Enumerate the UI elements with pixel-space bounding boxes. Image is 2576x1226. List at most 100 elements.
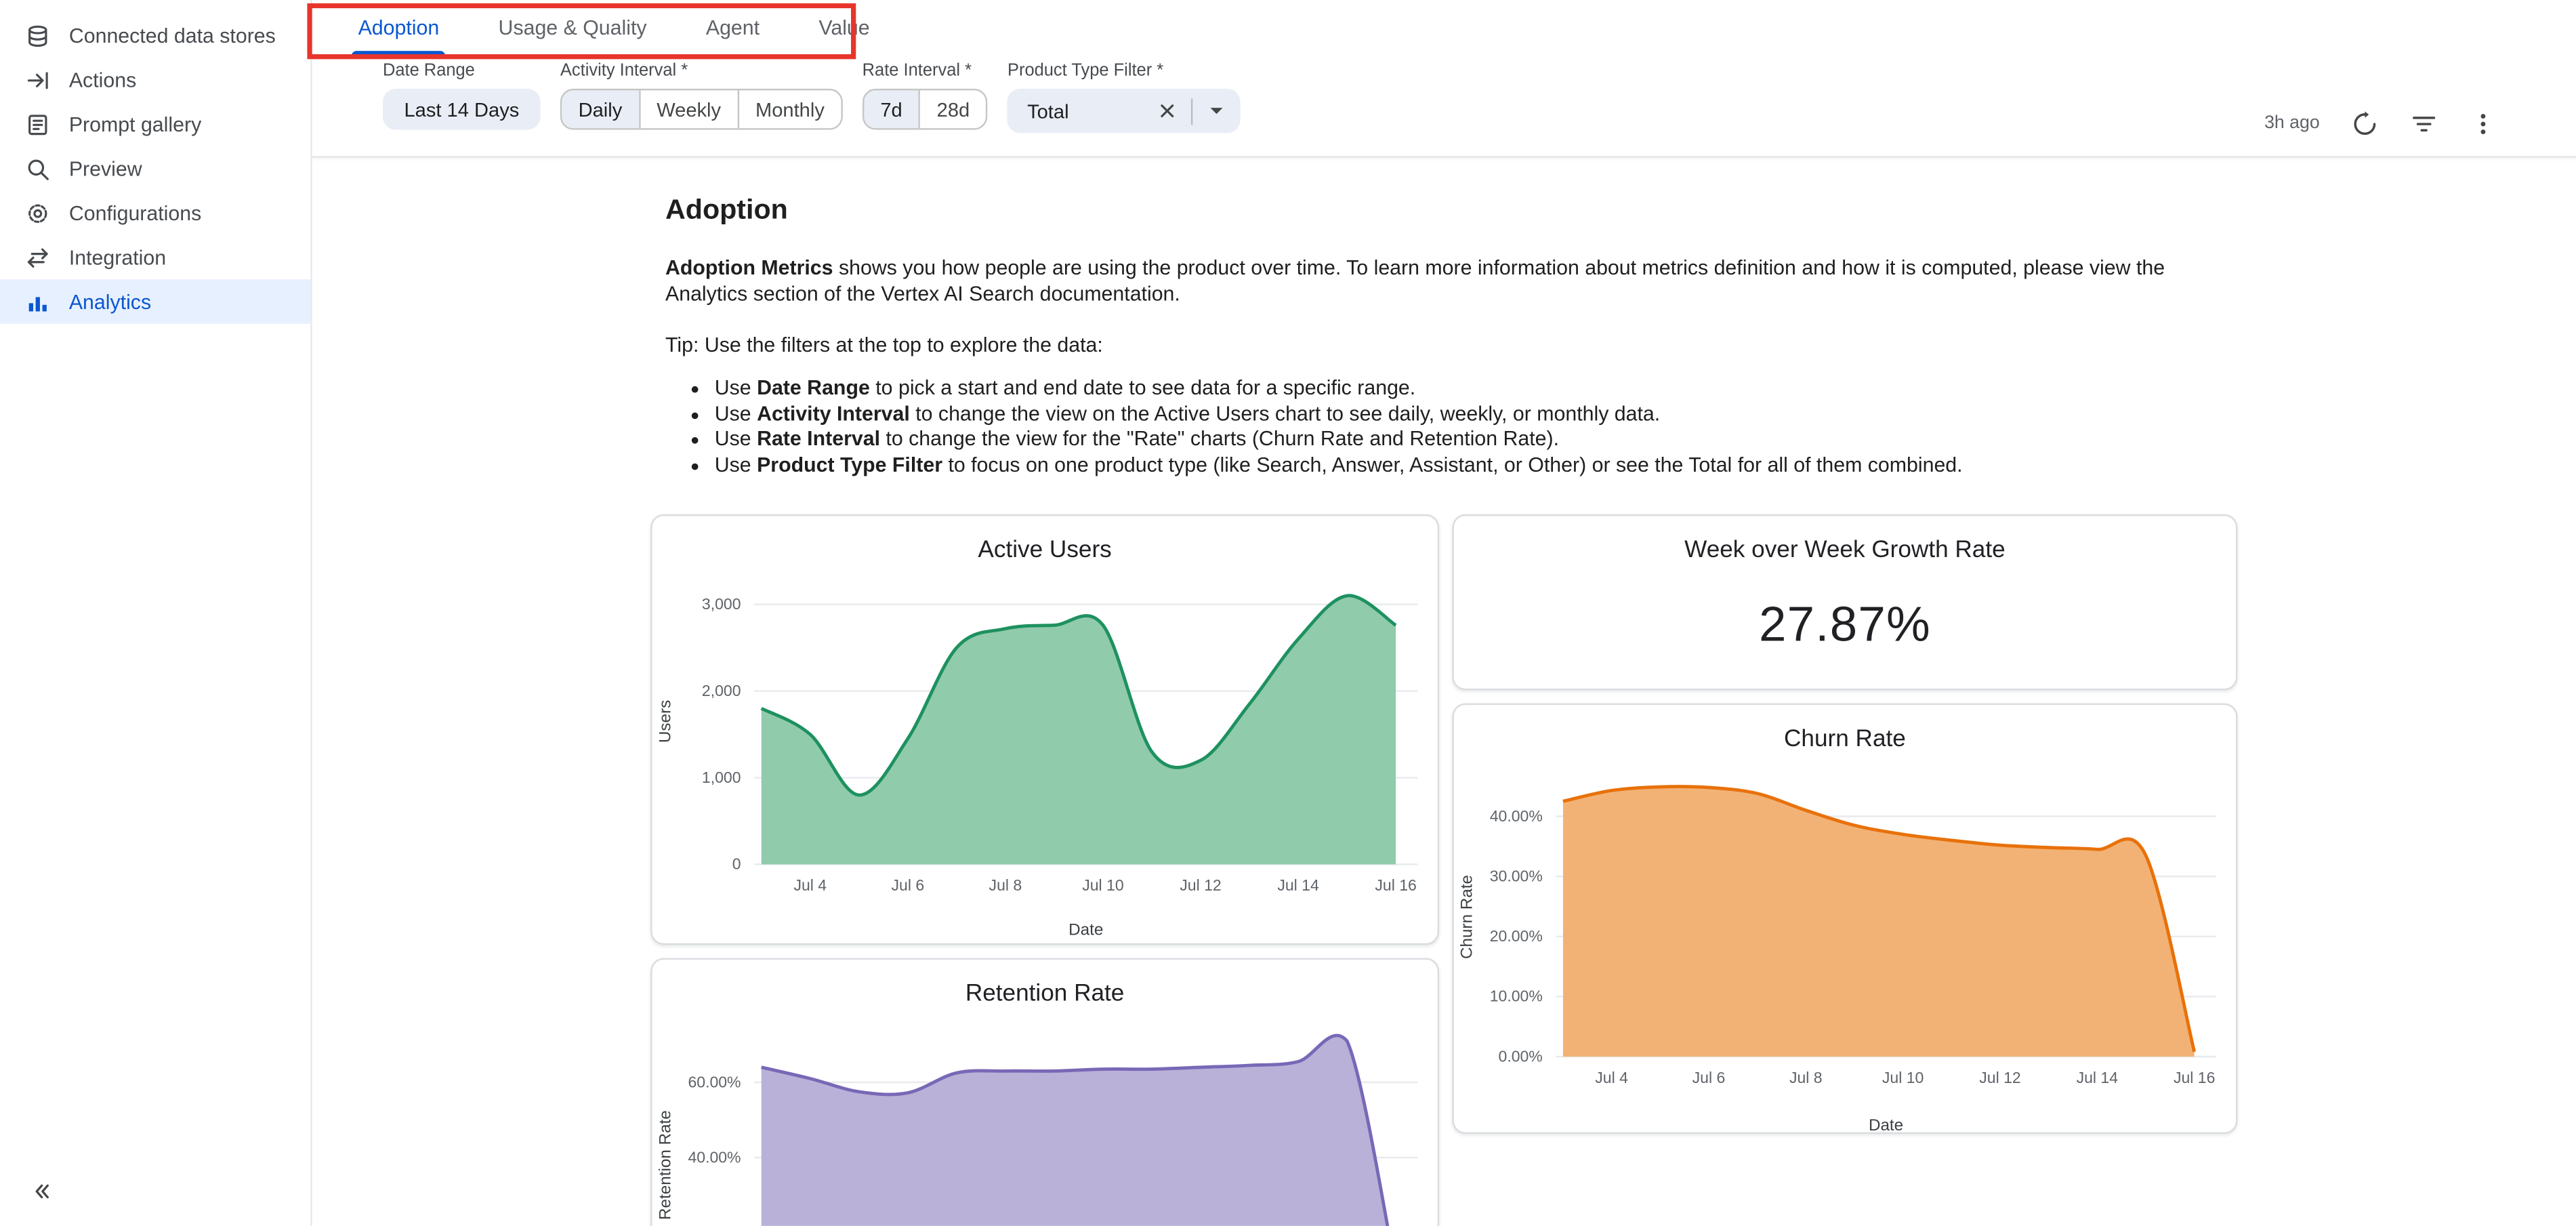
chart-churn-rate: 0.00%10.00%20.00%30.00%40.00%Jul 4Jul 6J…: [1454, 761, 2239, 1136]
sidebar-item-label: Prompt gallery: [69, 113, 201, 136]
dropdown-caret-icon[interactable]: [1206, 100, 1228, 122]
sidebar-item-label: Preview: [69, 157, 142, 180]
sidebar-item-prompt-gallery[interactable]: Prompt gallery: [0, 102, 310, 146]
data-stores-icon: [24, 22, 51, 49]
card-churn-rate: Churn Rate 0.00%10.00%20.00%30.00%40.00%…: [1452, 703, 2237, 1134]
bullet-item: Use Date Range to pick a start and end d…: [715, 376, 2201, 401]
bullet-text: to change the view on the Active Users c…: [910, 402, 1660, 425]
svg-text:2,000: 2,000: [702, 682, 741, 699]
activity-interval-toggle: Daily Weekly Monthly: [560, 89, 843, 130]
chart-title: Retention Rate: [652, 981, 1438, 1008]
sidebar-item-preview[interactable]: Preview: [0, 146, 310, 190]
bullet-term: Rate Interval: [757, 428, 880, 451]
tab-value[interactable]: Value: [789, 0, 900, 56]
svg-text:Jul 14: Jul 14: [1277, 876, 1319, 894]
clear-icon[interactable]: [1157, 100, 1179, 122]
filter-button[interactable]: [2409, 108, 2438, 138]
svg-text:30.00%: 30.00%: [1490, 867, 1543, 884]
toggle-option-daily[interactable]: Daily: [562, 90, 638, 128]
bullet-text: Use: [715, 376, 757, 399]
tabs-bar: Adoption Usage & Quality Agent Value: [312, 0, 2576, 56]
product-type-filter[interactable]: Total: [1007, 89, 1241, 133]
tip-text: Tip: Use the filters at the top to explo…: [665, 331, 2201, 358]
intro-section: Adoption Adoption Metrics shows you how …: [665, 194, 2201, 479]
activity-interval-group: Activity Interval * Daily Weekly Monthly: [560, 61, 843, 130]
bullet-text: Use: [715, 402, 757, 425]
bullet-text: to change the view for the "Rate" charts…: [880, 428, 1559, 451]
refresh-button[interactable]: [2349, 108, 2379, 138]
sidebar-item-label: Connected data stores: [69, 24, 276, 47]
bullet-text: to focus on one product type (like Searc…: [942, 453, 1963, 476]
prompt-gallery-icon: [24, 111, 51, 138]
sidebar-item-label: Analytics: [69, 290, 151, 313]
bullet-item: Use Product Type Filter to focus on one …: [715, 453, 2201, 478]
collapse-sidebar-button[interactable]: [20, 1170, 62, 1212]
sidebar-item-label: Integration: [69, 245, 166, 268]
sidebar-item-configurations[interactable]: Configurations: [0, 190, 310, 234]
intro-rest-text: shows you how people are using the produ…: [665, 256, 2165, 306]
svg-text:Date: Date: [1068, 921, 1103, 939]
svg-text:Jul 12: Jul 12: [1979, 1069, 2020, 1086]
actions-icon: [24, 66, 51, 93]
svg-text:0.00%: 0.00%: [1499, 1047, 1543, 1065]
configurations-icon: [24, 200, 51, 226]
svg-text:Users: Users: [656, 700, 674, 743]
date-range-label: Date Range: [383, 61, 541, 81]
svg-text:Churn Rate: Churn Rate: [1458, 875, 1476, 959]
svg-text:Jul 4: Jul 4: [1595, 1069, 1628, 1086]
tab-usage-quality[interactable]: Usage & Quality: [469, 0, 676, 56]
main-content: Adoption Adoption Metrics shows you how …: [312, 158, 2576, 1226]
svg-text:40.00%: 40.00%: [1490, 807, 1543, 825]
tab-label: Adoption: [358, 16, 440, 39]
toggle-option-7d[interactable]: 7d: [864, 90, 919, 128]
tab-agent[interactable]: Agent: [676, 0, 789, 56]
svg-text:Jul 16: Jul 16: [2174, 1069, 2215, 1086]
svg-text:Jul 14: Jul 14: [2077, 1069, 2119, 1086]
activity-interval-label: Activity Interval *: [560, 61, 843, 81]
sidebar-item-analytics[interactable]: Analytics: [0, 279, 310, 323]
sidebar-item-connected-data-stores[interactable]: Connected data stores: [0, 13, 310, 57]
header-actions: 3h ago: [2264, 108, 2497, 138]
tab-adoption[interactable]: Adoption: [329, 0, 469, 56]
sidebar-nav: Connected data stores Actions Prompt gal…: [0, 0, 310, 324]
date-range-group: Date Range Last 14 Days: [383, 61, 541, 130]
sidebar-item-label: Actions: [69, 68, 136, 91]
integration-icon: [24, 244, 51, 270]
growth-rate-value: 27.87%: [1454, 598, 2236, 654]
svg-text:Jul 8: Jul 8: [1789, 1069, 1823, 1086]
filters-bar: Date Range Last 14 Days Activity Interva…: [312, 61, 2576, 134]
svg-text:20.00%: 20.00%: [1490, 927, 1543, 945]
bullet-term: Product Type Filter: [757, 453, 942, 476]
more-options-button[interactable]: [2468, 108, 2497, 138]
card-wow-growth: Week over Week Growth Rate 27.87%: [1452, 514, 2237, 690]
refresh-icon: [2350, 109, 2378, 137]
svg-text:Jul 10: Jul 10: [1882, 1069, 1924, 1086]
svg-text:Jul 4: Jul 4: [793, 876, 827, 894]
svg-text:20.00%: 20.00%: [688, 1223, 741, 1226]
tips-list: Use Date Range to pick a start and end d…: [665, 376, 2201, 478]
svg-text:1,000: 1,000: [702, 769, 741, 786]
sidebar-item-actions[interactable]: Actions: [0, 58, 310, 102]
svg-text:Jul 12: Jul 12: [1180, 876, 1221, 894]
more-vert-icon: [2468, 109, 2496, 137]
sidebar-item-integration[interactable]: Integration: [0, 235, 310, 279]
app-sidebar: Connected data stores Actions Prompt gal…: [0, 0, 312, 1226]
product-type-filter-label: Product Type Filter *: [1007, 61, 1241, 81]
chart-retention-rate: 0.00%20.00%40.00%60.00%Jul 4Jul 6Jul 8Ju…: [652, 1013, 1441, 1226]
product-type-value: Total: [1027, 100, 1144, 123]
preview-icon: [24, 155, 51, 182]
svg-text:Jul 10: Jul 10: [1082, 876, 1123, 894]
svg-text:40.00%: 40.00%: [688, 1148, 741, 1166]
chart-title: Week over Week Growth Rate: [1454, 537, 2236, 564]
intro-bold-text: Adoption Metrics: [665, 256, 833, 279]
rate-interval-toggle: 7d 28d: [863, 89, 988, 130]
toggle-option-monthly[interactable]: Monthly: [737, 90, 841, 128]
date-range-button[interactable]: Last 14 Days: [383, 89, 541, 130]
toggle-option-28d[interactable]: 28d: [919, 90, 986, 128]
card-retention-rate: Retention Rate 0.00%20.00%40.00%60.00%Ju…: [650, 958, 1439, 1226]
combo-divider: [1192, 98, 1193, 124]
bullet-text: to pick a start and end date to see data…: [870, 376, 1415, 399]
last-refreshed-text: 3h ago: [2264, 113, 2320, 133]
toggle-option-weekly[interactable]: Weekly: [639, 90, 738, 128]
rate-interval-group: Rate Interval * 7d 28d: [863, 61, 988, 130]
